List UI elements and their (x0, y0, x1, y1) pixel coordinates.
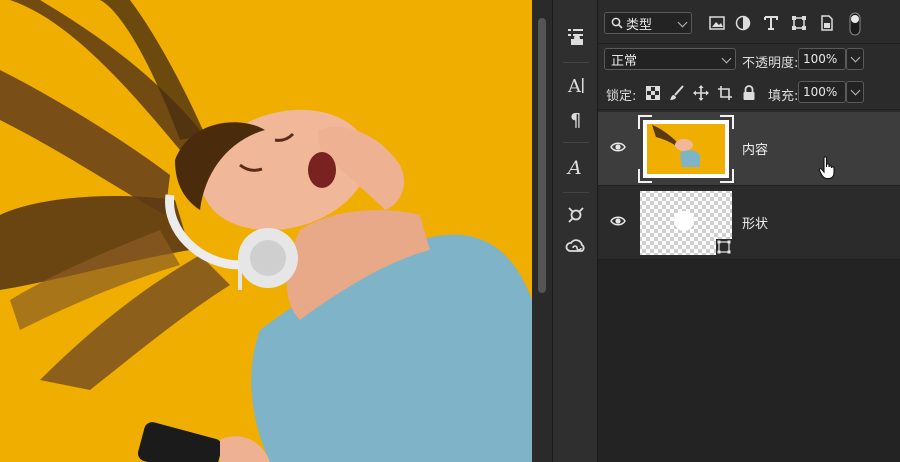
layer-thumbnail-content[interactable] (638, 115, 734, 183)
layer-name[interactable]: 形状 (742, 213, 768, 232)
glyphs-icon[interactable]: A (561, 152, 591, 182)
svg-text:A: A (566, 157, 582, 178)
layer-name[interactable]: 内容 (742, 139, 768, 158)
fill-dropdown-button[interactable] (846, 81, 864, 103)
adjustment-filter-icon[interactable] (734, 14, 752, 32)
blend-mode-value: 正常 (611, 53, 638, 69)
scrollbar-thumb[interactable] (538, 18, 546, 293)
blend-opacity-row: 正常 不透明度: 100% (598, 44, 900, 74)
lock-position-icon[interactable] (692, 84, 710, 102)
filter-kind-select[interactable]: 类型 (604, 12, 692, 34)
photo-woman-headphones (0, 0, 532, 462)
shape-filter-icon[interactable] (790, 14, 808, 32)
layer-row-shape[interactable]: 形状 (598, 186, 900, 260)
type-filter-icon[interactable] (762, 14, 780, 32)
properties-icon[interactable] (561, 22, 591, 52)
layer-row-content[interactable]: 内容 (598, 112, 900, 186)
opacity-value: 100% (803, 52, 838, 66)
panel-tool-strip: A ¶ A (552, 0, 598, 462)
paragraph-icon[interactable]: ¶ (561, 104, 591, 134)
lock-fill-row: 锁定: 填充: 100% (598, 74, 900, 110)
layer-filter-row: 类型 (598, 0, 900, 44)
layer-thumbnail-shape[interactable] (638, 189, 734, 257)
eye-icon[interactable] (610, 140, 626, 154)
libraries-icon[interactable] (561, 200, 591, 230)
lock-label: 锁定: (606, 89, 637, 104)
svg-text:A: A (567, 76, 582, 96)
svg-text:¶: ¶ (570, 110, 581, 130)
pixel-filter-icon[interactable] (708, 14, 726, 32)
fill-input[interactable]: 100% (798, 81, 846, 103)
lock-image-icon[interactable] (668, 84, 686, 102)
layers-empty-area[interactable] (598, 260, 900, 462)
layers-panel: 类型 正常 不透明度: 100% 锁定: 填充: 100% 内容 形状 (598, 0, 900, 462)
lock-all-icon[interactable] (740, 84, 758, 102)
filter-kind-label: 类型 (626, 17, 653, 33)
character-icon[interactable]: A (561, 70, 591, 100)
blend-mode-select[interactable]: 正常 (604, 48, 736, 70)
filter-toggle-icon[interactable] (848, 12, 862, 36)
eye-icon[interactable] (610, 214, 626, 228)
opacity-dropdown-button[interactable] (846, 48, 864, 70)
document-canvas[interactable] (0, 0, 532, 462)
hand-cursor-icon (818, 156, 838, 180)
search-icon (611, 17, 623, 29)
opacity-label: 不透明度: (742, 56, 799, 71)
opacity-input[interactable]: 100% (798, 48, 846, 70)
fill-value: 100% (803, 85, 838, 99)
creative-cloud-icon[interactable] (561, 232, 591, 262)
fill-label: 填充: (768, 89, 799, 104)
lock-artboard-icon[interactable] (716, 84, 734, 102)
smart-object-filter-icon[interactable] (818, 14, 836, 32)
lock-transparent-icon[interactable] (644, 84, 662, 102)
